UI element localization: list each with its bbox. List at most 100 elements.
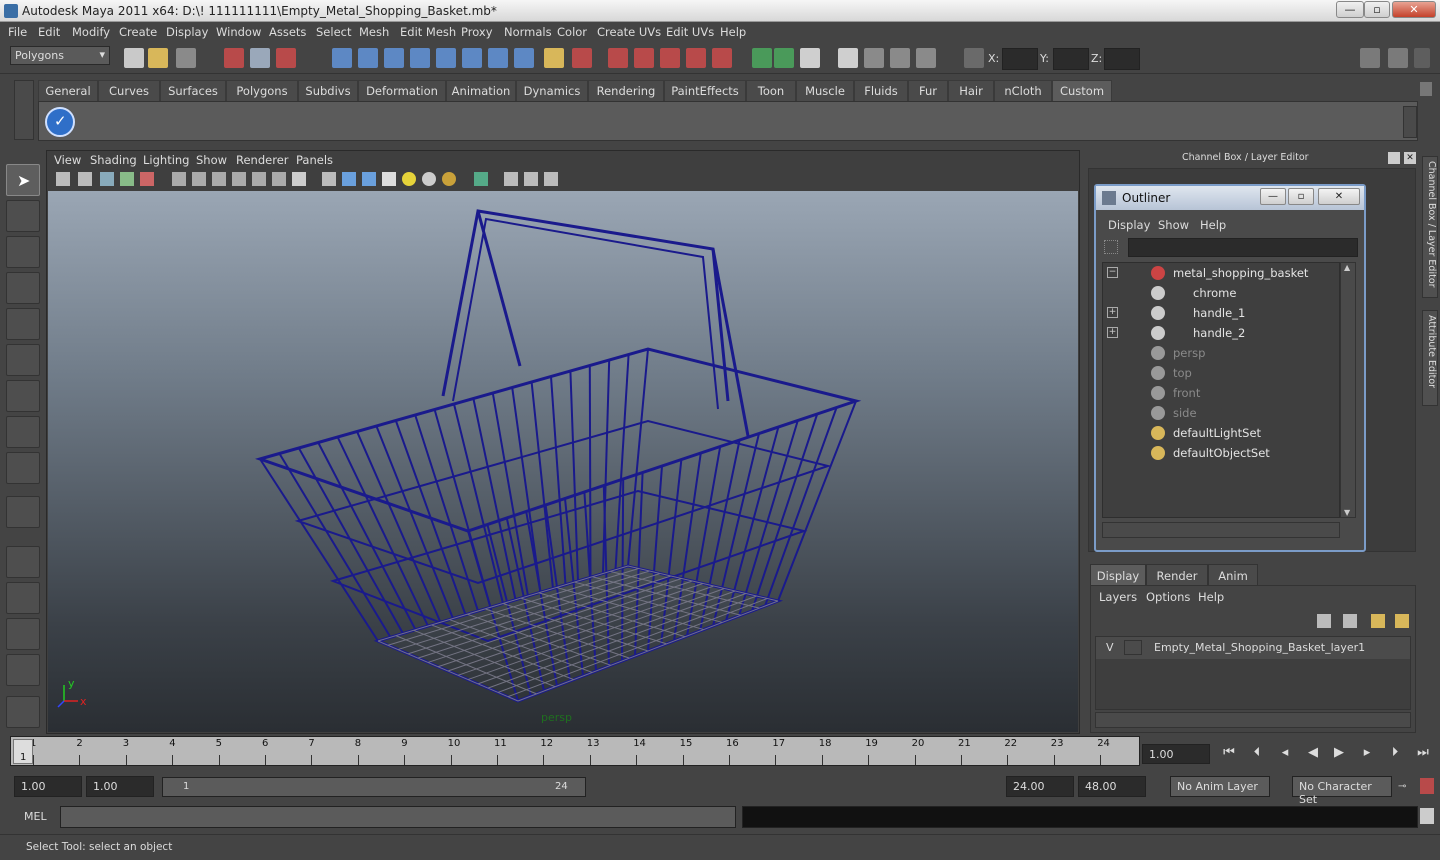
vp-menu-shading[interactable]: Shading — [90, 153, 137, 167]
tab-general[interactable]: General — [38, 80, 98, 101]
single-perspective-layout-icon[interactable] — [6, 546, 40, 578]
textured-icon[interactable] — [382, 172, 396, 186]
menu-create[interactable]: Create — [119, 25, 157, 39]
construction-icon[interactable] — [488, 48, 508, 68]
tool-settings-icon[interactable] — [1388, 48, 1408, 68]
move-tool-icon[interactable] — [6, 272, 40, 304]
help-icon[interactable] — [514, 48, 534, 68]
go-to-start-icon[interactable]: ⏮ — [1218, 745, 1240, 765]
select-tool-icon[interactable]: ➤ — [6, 164, 40, 196]
snap-curve-icon[interactable] — [358, 48, 378, 68]
close-button[interactable]: ✕ — [1392, 1, 1436, 18]
magnet-curve-icon[interactable] — [634, 48, 654, 68]
tab-ncloth[interactable]: nCloth — [994, 80, 1052, 101]
expand-icon[interactable]: + — [1107, 327, 1118, 338]
outliner-minimize-button[interactable]: — — [1260, 188, 1286, 205]
menu-proxy[interactable]: Proxy — [461, 25, 493, 39]
safe-title-icon[interactable] — [292, 172, 306, 186]
y-field[interactable] — [1053, 48, 1089, 70]
menu-mesh[interactable]: Mesh — [359, 25, 389, 39]
tab-polygons[interactable]: Polygons — [226, 80, 298, 101]
outliner-item[interactable]: top — [1103, 363, 1339, 383]
menu-edit[interactable]: Edit — [38, 25, 60, 39]
close-panel-icon[interactable]: ✕ — [1404, 152, 1416, 164]
bookmark-icon[interactable] — [100, 172, 114, 186]
clapper-icon[interactable] — [864, 48, 884, 68]
tab-painteffects[interactable]: PaintEffects — [664, 80, 746, 101]
xray-icon[interactable] — [504, 172, 518, 186]
script-editor-icon[interactable] — [1420, 808, 1434, 824]
outliner-item[interactable]: + handle_2 — [1103, 323, 1339, 343]
vp-menu-show[interactable]: Show — [196, 153, 227, 167]
checkmark-shelf-icon[interactable]: ✓ — [45, 107, 75, 137]
vp-menu-lighting[interactable]: Lighting — [143, 153, 189, 167]
outliner-menu-display[interactable]: Display — [1108, 218, 1150, 232]
menu-edit-mesh[interactable]: Edit Mesh — [400, 25, 456, 39]
step-back-key-icon[interactable]: ⏴ — [1246, 745, 1268, 765]
vp-menu-view[interactable]: View — [54, 153, 81, 167]
minimize-button[interactable]: — — [1336, 1, 1364, 18]
film-gate-icon[interactable] — [192, 172, 206, 186]
layer-display-type[interactable] — [1124, 640, 1142, 655]
tab-channel-box[interactable]: Channel Box / Layer Editor — [1422, 156, 1438, 298]
layer-visibility-toggle[interactable]: V — [1106, 641, 1114, 654]
menu-edit-uvs[interactable]: Edit UVs — [666, 25, 714, 39]
filter-icon[interactable] — [1104, 240, 1118, 254]
xray-components-icon[interactable] — [544, 172, 558, 186]
camera-attributes-icon[interactable] — [78, 172, 92, 186]
collapse-icon[interactable]: − — [1107, 267, 1118, 278]
menu-assets[interactable]: Assets — [269, 25, 306, 39]
tab-rendering[interactable]: Rendering — [588, 80, 664, 101]
2d-pan-zoom-icon[interactable] — [140, 172, 154, 186]
tab-dynamics[interactable]: Dynamics — [516, 80, 588, 101]
select-by-hierarchy-icon[interactable] — [224, 48, 244, 68]
playback-start-field[interactable]: 1.00 — [86, 776, 154, 797]
menu-help[interactable]: Help — [720, 25, 746, 39]
outliner-item[interactable]: chrome — [1103, 283, 1339, 303]
animation-prefs-icon[interactable] — [1420, 778, 1434, 794]
layer-row[interactable]: V Empty_Metal_Shopping_Basket_layer1 — [1096, 637, 1410, 659]
hq-lighting-icon[interactable] — [442, 172, 456, 186]
tab-render-layers[interactable]: Render — [1146, 564, 1208, 585]
menu-modify[interactable]: Modify — [72, 25, 110, 39]
command-input[interactable] — [60, 806, 736, 828]
vp-menu-panels[interactable]: Panels — [296, 153, 333, 167]
save-scene-icon[interactable] — [176, 48, 196, 68]
wireframe-on-shaded-icon[interactable] — [362, 172, 376, 186]
smooth-shade-icon[interactable] — [342, 172, 356, 186]
outliner-close-button[interactable]: ✕ — [1318, 188, 1360, 205]
command-language-label[interactable]: MEL — [24, 810, 47, 823]
outliner-item[interactable]: − metal_shopping_basket — [1103, 263, 1339, 283]
outliner-item[interactable]: defaultLightSet — [1103, 423, 1339, 443]
play-forwards-icon[interactable]: ▶ — [1328, 745, 1350, 765]
time-slider[interactable]: 1 2 3 4 5 6 7 8 9 10 11 12 13 14 15 16 17 18 19 20 21 22 23 24 1 — [10, 736, 1140, 766]
tab-toon[interactable]: Toon — [746, 80, 796, 101]
safe-action-icon[interactable] — [272, 172, 286, 186]
resolution-gate-icon[interactable] — [212, 172, 226, 186]
open-scene-icon[interactable] — [148, 48, 168, 68]
outliner-item[interactable]: defaultObjectSet — [1103, 443, 1339, 463]
tab-curves[interactable]: Curves — [98, 80, 160, 101]
menu-set-selector[interactable]: Polygons ▾ — [10, 46, 110, 65]
render-frame-icon[interactable] — [752, 48, 772, 68]
paint-select-tool-icon[interactable] — [6, 236, 40, 268]
menu-normals[interactable]: Normals — [504, 25, 552, 39]
magnet-live-icon[interactable] — [712, 48, 732, 68]
current-frame-field[interactable]: 1.00 — [1142, 744, 1210, 764]
make-live-icon[interactable] — [436, 48, 456, 68]
move-layer-up-icon[interactable] — [1317, 614, 1331, 628]
gate-mask-icon[interactable] — [232, 172, 246, 186]
use-all-lights-icon[interactable] — [402, 172, 416, 186]
outliner-vertical-scrollbar[interactable]: ▲ ▼ — [1340, 262, 1356, 518]
outliner-item[interactable]: + handle_1 — [1103, 303, 1339, 323]
outliner-item[interactable]: side — [1103, 403, 1339, 423]
rotate-tool-icon[interactable] — [6, 308, 40, 340]
outliner-item[interactable]: front — [1103, 383, 1339, 403]
current-time-marker[interactable]: 1 — [13, 739, 33, 764]
maximize-button[interactable]: ▫ — [1364, 1, 1390, 18]
snap-point-icon[interactable] — [384, 48, 404, 68]
layer-menu-options[interactable]: Options — [1146, 590, 1190, 604]
play-backwards-icon[interactable]: ◀ — [1302, 745, 1324, 765]
tab-subdivs[interactable]: Subdivs — [298, 80, 358, 101]
shelf-scroll[interactable] — [1403, 106, 1417, 138]
